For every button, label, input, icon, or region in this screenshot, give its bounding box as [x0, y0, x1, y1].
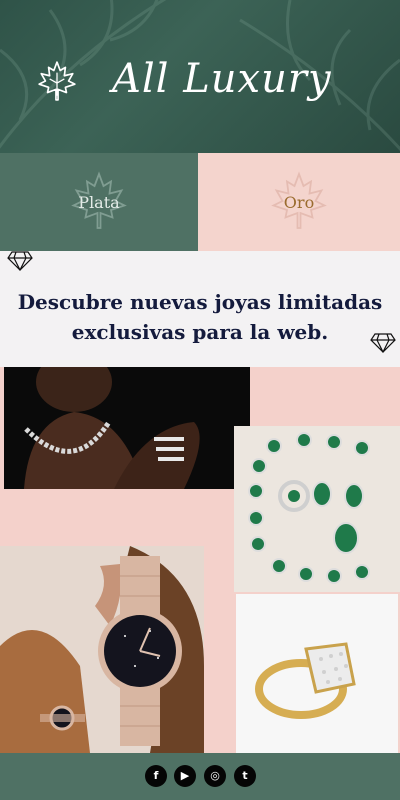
- necklace-photo[interactable]: [4, 367, 250, 489]
- instagram-icon[interactable]: ◎: [204, 765, 226, 787]
- category-tile-oro[interactable]: Oro: [198, 153, 400, 251]
- category-label-oro: Oro: [283, 193, 315, 212]
- footer: f ▶ ◎ t: [0, 753, 400, 800]
- necklace-photo-illustration: [4, 367, 250, 489]
- category-tile-plata[interactable]: Plata: [0, 153, 198, 251]
- youtube-icon[interactable]: ▶: [174, 765, 196, 787]
- maple-leaf-icon: [38, 61, 76, 101]
- category-label-plata: Plata: [78, 193, 120, 212]
- ring-photo-illustration: [236, 594, 398, 753]
- facebook-icon[interactable]: f: [145, 765, 167, 787]
- watch-photo-illustration: [0, 546, 204, 753]
- brand-title: All Luxury: [112, 56, 332, 102]
- emerald-jewelry-set-photo[interactable]: [234, 426, 400, 592]
- watch-photo[interactable]: [0, 546, 204, 753]
- promo-line-2: exclusivas para la web.: [71, 320, 329, 344]
- twitter-icon[interactable]: t: [234, 765, 256, 787]
- promo-headline: Descubre nuevas joyas limitadas exclusiv…: [0, 287, 400, 347]
- diamond-ring-photo[interactable]: [236, 594, 398, 753]
- promo-line-1: Descubre nuevas joyas limitadas: [17, 290, 383, 314]
- emerald-photo-illustration: [234, 426, 400, 592]
- diamond-icon: [7, 251, 33, 271]
